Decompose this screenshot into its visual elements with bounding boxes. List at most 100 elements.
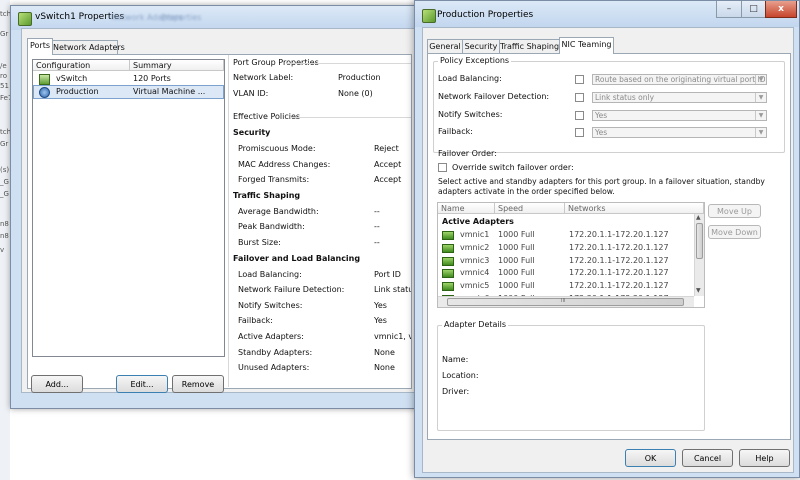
- adapter-name: vmnic5: [460, 281, 490, 291]
- title-bar[interactable]: Production Properties – □ x: [415, 1, 799, 27]
- policy-label: Peak Bandwidth:: [238, 222, 305, 232]
- table-row[interactable]: vmnic1 1000 Full 172.20.1.1-172.20.1.127: [438, 229, 693, 241]
- policy-exception-checkbox[interactable]: [575, 128, 584, 137]
- policy-exception-checkbox[interactable]: [575, 93, 584, 102]
- adapter-networks: 172.20.1.1-172.20.1.127: [569, 255, 669, 265]
- dropdown-value: Route based on the originating virtual p…: [595, 75, 766, 84]
- failover-order-title: Failover Order:: [438, 149, 497, 158]
- policy-label: MAC Address Changes:: [238, 159, 331, 169]
- policy-exception-dropdown[interactable]: Link status only ▼: [592, 92, 767, 103]
- column-header-speed[interactable]: Speed: [495, 203, 565, 214]
- adapter-location-label: Location:: [442, 371, 479, 380]
- column-header-networks[interactable]: Networks: [565, 203, 704, 214]
- tab-traffic-shaping[interactable]: Traffic Shaping: [499, 39, 560, 54]
- help-button[interactable]: Help: [739, 449, 790, 467]
- column-header-name[interactable]: Name: [438, 203, 495, 214]
- scroll-down-arrow-icon[interactable]: ▼: [696, 287, 701, 294]
- move-down-button[interactable]: Move Down: [708, 225, 761, 239]
- window-client: Ports Network Adapters Configuration Sum…: [21, 28, 416, 393]
- network-adapter-icon: [442, 269, 454, 279]
- adapter-details-title: Adapter Details: [442, 320, 509, 329]
- table-row[interactable]: vmnic4 1000 Full 172.20.1.1-172.20.1.127: [438, 267, 693, 279]
- policy-value: --: [374, 206, 380, 216]
- scrollbar-thumb[interactable]: III: [447, 298, 684, 306]
- table-row[interactable]: vmnic5 1000 Full 172.20.1.1-172.20.1.127: [438, 280, 693, 292]
- background-text-fragment: _G: [0, 178, 9, 186]
- failover-description-line2: adapters activate in the order specified…: [438, 187, 615, 196]
- policy-value: Accept: [374, 175, 402, 185]
- tab-security[interactable]: Security: [462, 39, 500, 54]
- policy-value: Yes: [374, 300, 387, 310]
- chevron-down-icon[interactable]: ▼: [755, 93, 766, 102]
- override-failover-checkbox[interactable]: [438, 163, 447, 172]
- adapter-list[interactable]: Name Speed Networks Active Adapters vmni…: [437, 202, 705, 308]
- policy-exception-dropdown[interactable]: Route based on the originating virtual p…: [592, 74, 767, 85]
- policy-value: Link status: [374, 285, 411, 295]
- background-text-fragment: n8: [0, 232, 9, 240]
- policy-exception-label: Failback:: [438, 127, 473, 136]
- chevron-down-icon[interactable]: ▼: [755, 128, 766, 137]
- policy-label: Unused Adapters:: [238, 363, 310, 373]
- policy-value: Accept: [374, 159, 402, 169]
- background-text-fragment: /e: [0, 62, 7, 70]
- policy-exception-dropdown[interactable]: Yes ▼: [592, 110, 767, 121]
- dropdown-value: Link status only: [595, 93, 655, 102]
- scroll-up-arrow-icon[interactable]: ▲: [696, 214, 701, 221]
- production-properties-window: Production Properties – □ x General Secu…: [414, 0, 800, 478]
- tab-ports[interactable]: Ports: [27, 38, 53, 55]
- tab-general[interactable]: General: [427, 39, 463, 54]
- nic-teaming-panel: Policy Exceptions Load Balancing: Route b…: [427, 53, 791, 440]
- dropdown-value: Yes: [595, 111, 608, 120]
- scrollbar-thumb[interactable]: [696, 223, 703, 259]
- traffic-shaping-section-title: Traffic Shaping: [233, 190, 301, 200]
- tab-network-adapters[interactable]: Network Adapters: [52, 40, 125, 55]
- policy-label: Failback:: [238, 316, 273, 326]
- adapter-name: vmnic1: [460, 230, 490, 239]
- adapter-networks: 172.20.1.1-172.20.1.127: [569, 268, 669, 278]
- effective-policies-list: Security Promiscuous Mode: Reject MAC Addre…: [28, 55, 411, 387]
- policy-exception-checkbox[interactable]: [575, 111, 584, 120]
- adapter-speed: 1000 Full: [498, 255, 535, 265]
- close-button[interactable]: x: [765, 1, 797, 18]
- policy-exception-label: Network Failover Detection:: [438, 92, 550, 101]
- network-adapter-icon: [442, 231, 454, 240]
- move-up-button[interactable]: Move Up: [708, 204, 761, 218]
- title-bar[interactable]: vSwitch1 Properties Network Adapters Pro…: [11, 6, 424, 30]
- cancel-button[interactable]: Cancel: [682, 449, 733, 467]
- background-text-fragment: ro: [0, 72, 8, 80]
- horizontal-scrollbar[interactable]: III: [438, 296, 694, 307]
- tab-nic-teaming[interactable]: NIC Teaming: [559, 37, 614, 54]
- table-row[interactable]: vmnic3 1000 Full 172.20.1.1-172.20.1.127: [438, 255, 693, 267]
- failover-section-title: Failover and Load Balancing: [233, 253, 361, 263]
- policy-label: Average Bandwidth:: [238, 206, 319, 216]
- chevron-down-icon[interactable]: ▼: [755, 111, 766, 120]
- table-row[interactable]: vmnic2 1000 Full 172.20.1.1-172.20.1.127: [438, 242, 693, 254]
- policy-exception-checkbox[interactable]: [575, 75, 584, 84]
- vertical-scrollbar[interactable]: ▲ ▼: [694, 214, 704, 296]
- policy-exception-dropdown[interactable]: Yes ▼: [592, 127, 767, 138]
- policy-value: --: [374, 238, 380, 247]
- adapter-networks: 172.20.1.1-172.20.1.127: [569, 230, 669, 239]
- port-group-window-icon: [422, 9, 436, 23]
- adapter-name: vmnic2: [460, 242, 490, 252]
- security-section-title: Security: [233, 128, 271, 137]
- ok-button[interactable]: OK: [625, 449, 676, 467]
- adapter-networks: 172.20.1.1-172.20.1.127: [569, 242, 669, 252]
- policy-exceptions-title: Policy Exceptions: [438, 56, 512, 65]
- ports-panel: Configuration Summary vSwitch 120 Ports …: [27, 54, 412, 393]
- background-text-fragment: Gr: [0, 140, 9, 148]
- maximize-button[interactable]: □: [741, 1, 766, 18]
- minimize-button[interactable]: –: [716, 1, 742, 18]
- adapter-speed: 1000 Full: [498, 281, 535, 291]
- policy-exception-label: Load Balancing:: [438, 74, 502, 83]
- policy-value: Reject: [374, 144, 399, 153]
- override-failover-label: Override switch failover order:: [452, 163, 574, 172]
- background-text-fragment: (s): [0, 166, 10, 174]
- adapter-speed: 1000 Full: [498, 230, 535, 239]
- background-text-fragment: n8: [0, 220, 9, 228]
- chevron-down-icon[interactable]: ▼: [755, 75, 766, 84]
- window-client: General Security Traffic Shaping NIC Tea…: [422, 27, 794, 473]
- adapter-speed: 1000 Full: [498, 268, 535, 278]
- window-title: Production Properties: [437, 10, 534, 20]
- adapter-name: vmnic4: [460, 268, 490, 278]
